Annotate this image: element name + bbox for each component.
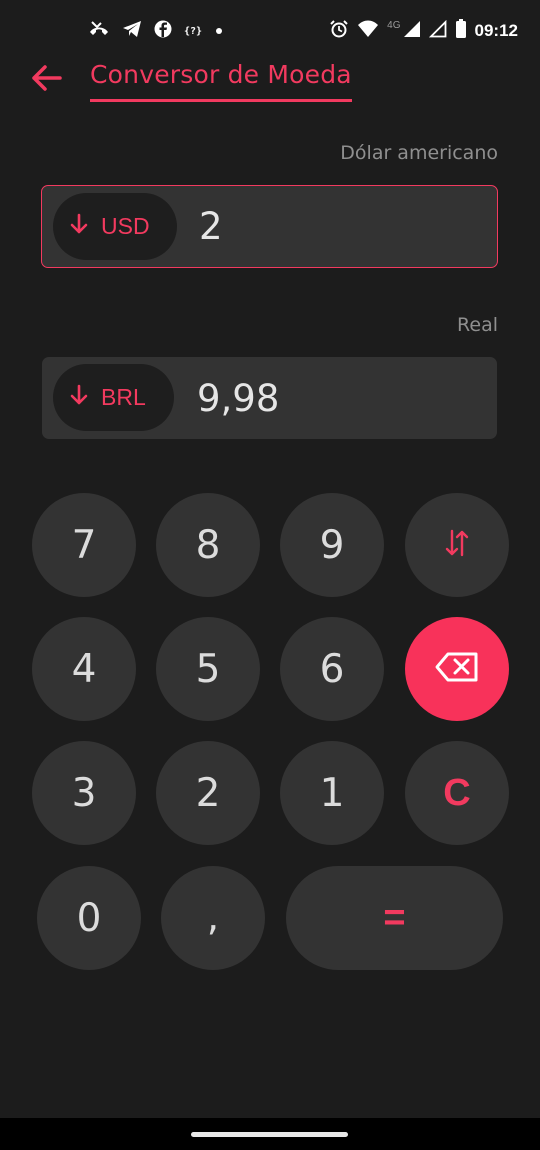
alarm-icon: [329, 19, 349, 43]
home-gesture-handle[interactable]: [191, 1132, 348, 1137]
arrow-left-icon: [30, 64, 62, 96]
key-3[interactable]: 3: [32, 741, 136, 845]
key-0[interactable]: 0: [37, 866, 141, 970]
status-right-icons: 4G 09:12: [329, 18, 518, 44]
clock: 09:12: [474, 21, 518, 40]
signal-icon: [403, 20, 421, 42]
swap-vertical-icon: [443, 523, 471, 568]
arrow-down-icon: [69, 384, 89, 412]
to-currency-code: BRL: [101, 384, 146, 410]
app-bar: Conversor de Moeda: [0, 60, 540, 108]
key-comma[interactable]: ,: [161, 866, 265, 970]
key-6[interactable]: 6: [280, 617, 384, 721]
arrow-down-icon: [69, 213, 89, 241]
key-2[interactable]: 2: [156, 741, 260, 845]
key-7[interactable]: 7: [32, 493, 136, 597]
unknown-app-icon: {?}: [184, 25, 203, 37]
to-amount-field[interactable]: BRL 9,98: [42, 357, 497, 439]
from-currency-name: Dólar americano: [340, 142, 498, 164]
to-amount-value: 9,98: [197, 376, 280, 420]
status-bar: {?} 4G 09:12: [0, 0, 540, 62]
from-currency-code: USD: [101, 213, 150, 239]
key-4[interactable]: 4: [32, 617, 136, 721]
equals-button[interactable]: =: [286, 866, 503, 970]
navigation-bar: [0, 1118, 540, 1150]
swap-currencies-button[interactable]: [405, 493, 509, 597]
signal-empty-icon: [428, 19, 447, 42]
dot-icon: [214, 22, 224, 40]
from-amount-field[interactable]: USD 2: [41, 185, 498, 268]
telegram-icon: [122, 20, 142, 42]
back-button[interactable]: [28, 62, 64, 98]
equals-label: =: [383, 896, 406, 939]
page-title: Conversor de Moeda: [90, 60, 352, 102]
network-type-label: 4G: [387, 19, 401, 31]
backspace-button[interactable]: [405, 617, 509, 721]
clear-button[interactable]: C: [405, 741, 509, 845]
from-currency-selector[interactable]: USD: [53, 193, 177, 260]
clear-label: C: [443, 771, 471, 814]
missed-call-icon: [88, 20, 110, 42]
battery-icon: [455, 19, 467, 43]
status-left-icons: {?}: [88, 18, 224, 44]
key-9[interactable]: 9: [280, 493, 384, 597]
facebook-icon: [154, 20, 172, 42]
key-5[interactable]: 5: [156, 617, 260, 721]
backspace-icon: [435, 647, 479, 692]
to-currency-selector[interactable]: BRL: [53, 364, 174, 431]
to-currency-name: Real: [457, 314, 498, 336]
key-1[interactable]: 1: [280, 741, 384, 845]
key-8[interactable]: 8: [156, 493, 260, 597]
from-amount-value: 2: [199, 205, 223, 248]
wifi-icon: [357, 20, 379, 42]
